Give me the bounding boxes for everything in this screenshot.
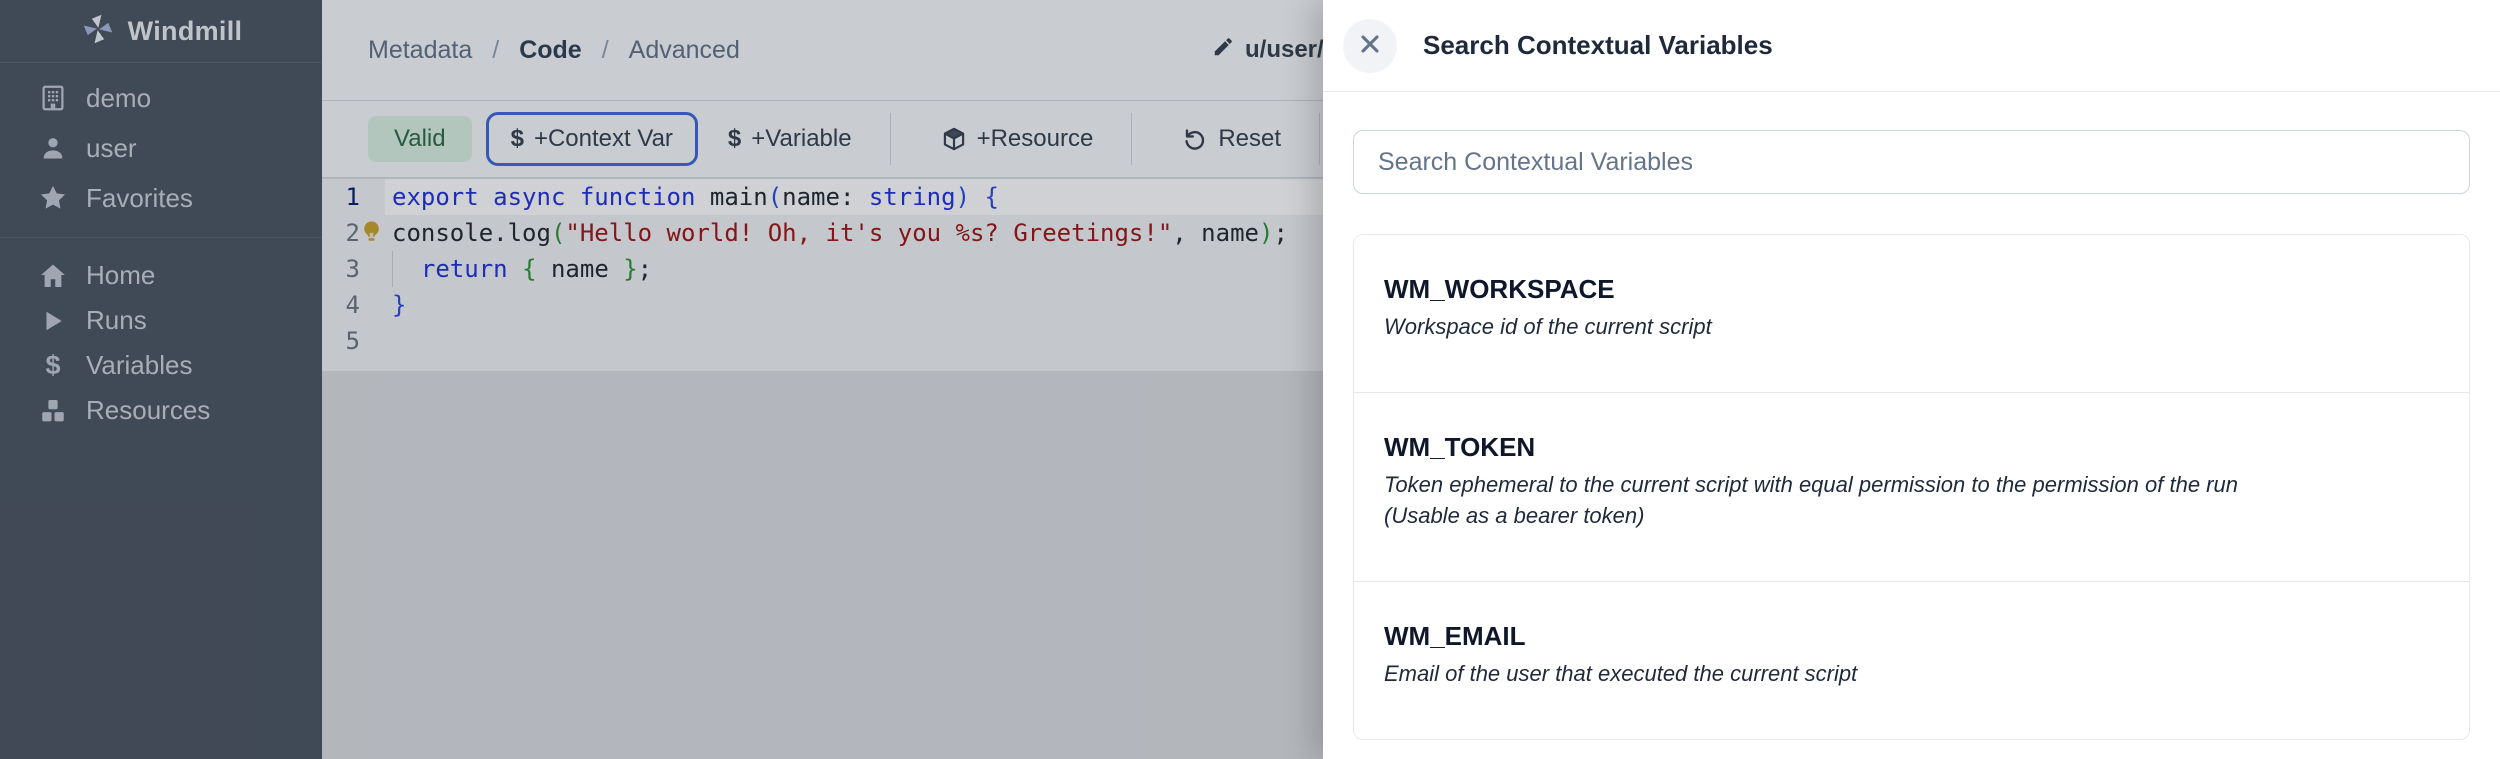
variable-description: Workspace id of the current script — [1384, 311, 2264, 342]
variable-description: Email of the user that executed the curr… — [1384, 658, 2264, 689]
variable-description: Token ephemeral to the current script wi… — [1384, 469, 2264, 531]
drawer-backdrop[interactable] — [0, 0, 1323, 759]
drawer-title: Search Contextual Variables — [1423, 30, 1773, 61]
contextual-variable-item-wm_token[interactable]: WM_TOKEN Token ephemeral to the current s… — [1354, 392, 2469, 581]
windmill-app: Windmill demouserFavorites HomeRuns$Vari… — [0, 0, 2500, 759]
contextual-variables-list: WM_WORKSPACE Workspace id of the current … — [1353, 234, 2470, 740]
drawer-header: Search Contextual Variables — [1323, 0, 2500, 92]
close-button[interactable] — [1343, 19, 1397, 73]
variable-name: WM_WORKSPACE — [1384, 275, 2439, 303]
variable-name: WM_TOKEN — [1384, 433, 2439, 461]
search-input[interactable] — [1353, 130, 2470, 194]
contextual-variable-item-wm_workspace[interactable]: WM_WORKSPACE Workspace id of the current … — [1354, 235, 2469, 392]
contextual-variables-drawer: Search Contextual Variables WM_WORKSPACE… — [1323, 0, 2500, 759]
drawer-body: WM_WORKSPACE Workspace id of the current … — [1323, 92, 2500, 740]
variable-name: WM_EMAIL — [1384, 622, 2439, 650]
close-icon — [1356, 30, 1384, 61]
contextual-variable-item-wm_email[interactable]: WM_EMAIL Email of the user that executed … — [1354, 581, 2469, 739]
